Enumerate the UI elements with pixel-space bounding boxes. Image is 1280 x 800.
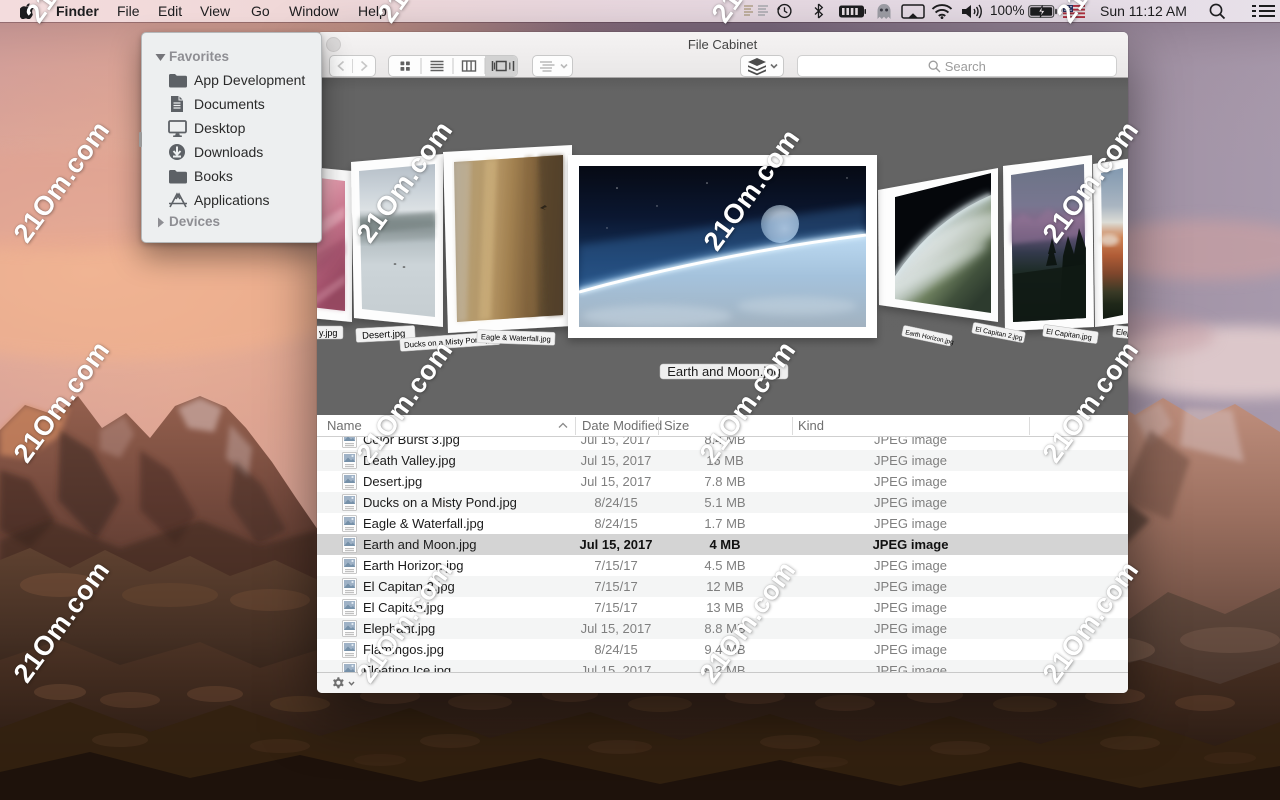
svg-text:y.jpg: y.jpg (319, 328, 337, 338)
svg-text:Desert.jpg: Desert.jpg (362, 328, 406, 341)
